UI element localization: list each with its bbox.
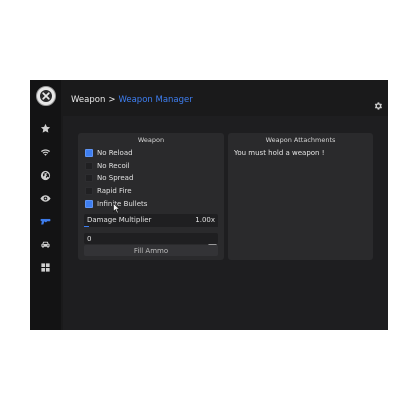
damage-multiplier-value: 1.00x (195, 216, 215, 224)
damage-multiplier-label: Damage Multiplier (87, 216, 152, 224)
weapon-panel: Weapon No Reload No Recoil No Spread Rap… (78, 133, 224, 260)
checkbox-label: No Recoil (97, 161, 130, 170)
weapon-attachments-panel: Weapon Attachments You must hold a weapo… (228, 133, 373, 260)
app-logo (36, 86, 56, 106)
sidebar (30, 80, 61, 330)
eye-icon (40, 189, 51, 208)
gun-icon (40, 212, 51, 231)
breadcrumb-root[interactable]: Weapon (71, 95, 105, 105)
checkbox-box[interactable] (85, 186, 93, 195)
checkbox-box[interactable] (85, 148, 93, 157)
checkbox-label: Infinite Bullets (97, 199, 148, 208)
checkbox-no-spread[interactable]: No Spread (85, 173, 133, 182)
keyboard-icon[interactable] (208, 235, 217, 250)
breadcrumb: Weapon > Weapon Manager (71, 94, 193, 106)
star-icon (40, 119, 51, 138)
weapon-attachments-title: Weapon Attachments (265, 136, 336, 144)
weapon-panel-title: Weapon (137, 136, 165, 144)
fill-ammo-button[interactable]: Fill Ammo (84, 245, 218, 256)
sidebar-item-favorites[interactable] (30, 119, 61, 137)
grid-icon (40, 258, 51, 277)
sidebar-item-vehicle[interactable] (30, 235, 61, 253)
checkbox-box[interactable] (85, 199, 93, 208)
damage-multiplier-slider[interactable]: Damage Multiplier 1.00x (84, 214, 218, 227)
sidebar-item-visuals[interactable] (30, 189, 61, 207)
checkbox-label: Rapid Fire (97, 186, 132, 195)
logo-icon (40, 90, 52, 102)
main-content: Weapon No Reload No Recoil No Spread Rap… (63, 116, 388, 330)
sidebar-item-weapon[interactable] (30, 212, 61, 230)
attachments-message: You must hold a weapon ! (234, 149, 325, 157)
app-window: Weapon > Weapon Manager Weapon No Reload N… (30, 80, 388, 330)
breadcrumb-current: Weapon Manager (118, 95, 193, 105)
checkbox-label: No Spread (97, 173, 134, 182)
breadcrumb-separator: > (108, 95, 116, 105)
checkbox-box[interactable] (85, 173, 93, 182)
slider-fill (84, 225, 90, 227)
ammo-input[interactable] (84, 233, 218, 244)
checkbox-no-reload[interactable]: No Reload (85, 148, 133, 157)
sidebar-item-world[interactable] (30, 166, 61, 184)
sidebar-item-misc[interactable] (30, 258, 61, 276)
gear-icon (374, 102, 383, 110)
wifi-icon (40, 143, 51, 162)
mouse-cursor-icon (113, 203, 120, 214)
settings-button[interactable] (373, 96, 383, 110)
globe-icon (40, 166, 51, 185)
checkbox-no-recoil[interactable]: No Recoil (85, 161, 130, 170)
sidebar-item-network[interactable] (30, 143, 61, 161)
checkbox-box[interactable] (85, 161, 93, 170)
car-icon (40, 235, 51, 254)
slider-track[interactable] (84, 225, 218, 227)
checkbox-rapid-fire[interactable]: Rapid Fire (85, 186, 132, 195)
checkbox-label: No Reload (97, 148, 133, 157)
